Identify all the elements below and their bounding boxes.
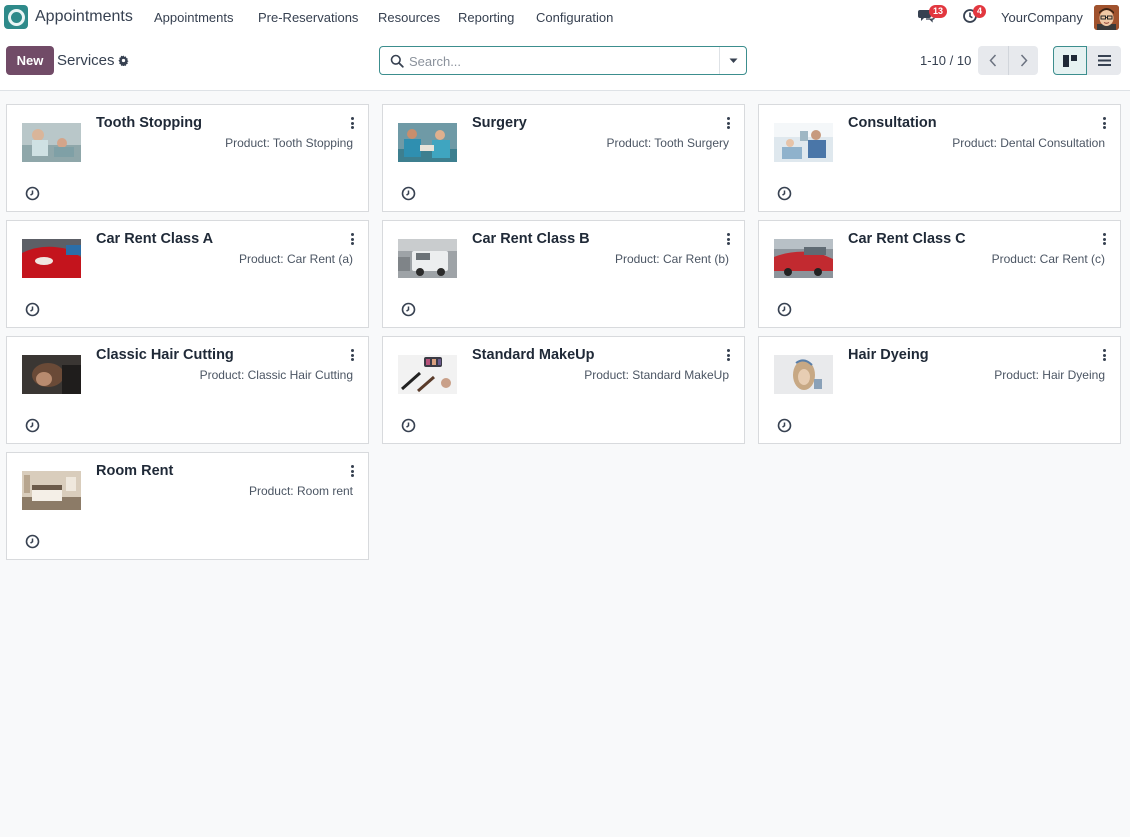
card-product: Product: Car Rent (b) [614, 252, 729, 266]
kanban-card-standard-makeup[interactable]: Standard MakeUp Product: Standard MakeUp [382, 336, 745, 444]
kanban-card-tooth-stopping[interactable]: Tooth Stopping Product: Tooth Stopping [6, 104, 369, 212]
card-menu-icon[interactable] [1102, 349, 1106, 361]
search-icon [390, 54, 404, 71]
kanban-card-consultation[interactable]: Consultation Product: Dental Consultatio… [758, 104, 1121, 212]
card-title: Room Rent [96, 463, 174, 479]
menu-resources[interactable]: Resources [378, 10, 440, 25]
service-image [22, 355, 81, 394]
pager-next-button[interactable] [1008, 46, 1038, 75]
card-menu-icon[interactable] [1102, 233, 1106, 245]
card-title: Car Rent Class A [96, 231, 214, 247]
card-menu-icon[interactable] [1102, 117, 1106, 129]
search-input[interactable] [409, 52, 709, 70]
control-panel: New Services 1-10 / 10 [0, 34, 1130, 91]
chevron-right-icon [1020, 54, 1028, 67]
pager-value[interactable]: 1-10 / 10 [920, 53, 971, 68]
card-menu-icon[interactable] [350, 117, 354, 129]
kanban-card-car-rent-class-c[interactable]: Car Rent Class C Product: Car Rent (c) [758, 220, 1121, 328]
caret-down-icon [729, 58, 737, 63]
kanban-card-car-rent-class-b[interactable]: Car Rent Class B Product: Car Rent (b) [382, 220, 745, 328]
card-product: Product: Car Rent (a) [238, 252, 353, 266]
card-product: Product: Hair Dyeing [994, 368, 1105, 382]
list-view-button[interactable] [1087, 46, 1121, 75]
activity-clock-icon[interactable] [777, 186, 792, 204]
card-title: Surgery [472, 115, 527, 131]
service-image [398, 355, 457, 394]
card-title: Consultation [848, 115, 937, 131]
card-menu-icon[interactable] [726, 349, 730, 361]
messages-badge: 13 [929, 5, 948, 18]
company-switcher[interactable]: YourCompany [1001, 10, 1083, 25]
menu-appointments[interactable]: Appointments [154, 10, 234, 25]
card-product: Product: Standard MakeUp [584, 368, 729, 382]
new-button[interactable]: New [6, 46, 54, 75]
service-image [774, 355, 833, 394]
card-title: Car Rent Class C [848, 231, 966, 247]
app-name[interactable]: Appointments [35, 8, 133, 26]
card-title: Tooth Stopping [96, 115, 203, 131]
card-product: Product: Room rent [248, 484, 353, 498]
card-menu-icon[interactable] [726, 233, 730, 245]
activity-clock-icon[interactable] [401, 418, 416, 436]
activities-button[interactable]: 4 [962, 5, 987, 27]
chevron-left-icon [989, 54, 997, 67]
activity-clock-icon[interactable] [25, 418, 40, 436]
kanban-icon [1063, 54, 1077, 67]
card-product: Product: Classic Hair Cutting [199, 368, 353, 382]
service-image [398, 239, 457, 278]
card-title: Classic Hair Cutting [96, 347, 234, 363]
activity-clock-icon[interactable] [25, 186, 40, 204]
page-title: Services [57, 52, 115, 69]
search-bar [379, 46, 747, 75]
activities-badge: 4 [973, 5, 987, 18]
menu-configuration[interactable]: Configuration [536, 10, 613, 25]
service-image [398, 123, 457, 162]
search-options-toggle[interactable] [719, 47, 746, 74]
activity-clock-icon[interactable] [401, 186, 416, 204]
kanban-card-car-rent-class-a[interactable]: Car Rent Class A Product: Car Rent (a) [6, 220, 369, 328]
pager-previous-button[interactable] [978, 46, 1008, 75]
activity-clock-icon[interactable] [25, 302, 40, 320]
card-title: Hair Dyeing [848, 347, 929, 363]
kanban-card-classic-hair-cutting[interactable]: Classic Hair Cutting Product: Classic Ha… [6, 336, 369, 444]
activity-clock-icon[interactable] [777, 302, 792, 320]
card-product: Product: Tooth Stopping [225, 136, 353, 150]
service-image [774, 239, 833, 278]
kanban-card-room-rent[interactable]: Room Rent Product: Room rent [6, 452, 369, 560]
kanban-view-button[interactable] [1053, 46, 1087, 75]
service-image [22, 123, 81, 162]
card-product: Product: Car Rent (c) [991, 252, 1105, 266]
service-image [774, 123, 833, 162]
menu-reporting[interactable]: Reporting [458, 10, 514, 25]
list-icon [1097, 55, 1111, 66]
card-title: Car Rent Class B [472, 231, 590, 247]
activity-clock-icon[interactable] [401, 302, 416, 320]
kanban-card-surgery[interactable]: Surgery Product: Tooth Surgery [382, 104, 745, 212]
service-image [22, 471, 81, 510]
card-product: Product: Tooth Surgery [606, 136, 729, 150]
user-avatar[interactable] [1094, 5, 1119, 30]
messages-button[interactable]: 13 [917, 5, 948, 27]
top-navbar: Appointments Appointments Pre-Reservatio… [0, 0, 1130, 34]
kanban-card-hair-dyeing[interactable]: Hair Dyeing Product: Hair Dyeing [758, 336, 1121, 444]
service-image [22, 239, 81, 278]
card-menu-icon[interactable] [726, 117, 730, 129]
card-menu-icon[interactable] [350, 233, 354, 245]
card-menu-icon[interactable] [350, 465, 354, 477]
app-logo-icon[interactable] [4, 5, 28, 29]
gear-icon[interactable] [118, 54, 129, 69]
card-product: Product: Dental Consultation [952, 136, 1105, 150]
card-title: Standard MakeUp [472, 347, 595, 363]
activity-clock-icon[interactable] [25, 534, 40, 552]
activity-clock-icon[interactable] [777, 418, 792, 436]
menu-pre-reservations[interactable]: Pre-Reservations [258, 10, 358, 25]
card-menu-icon[interactable] [350, 349, 354, 361]
